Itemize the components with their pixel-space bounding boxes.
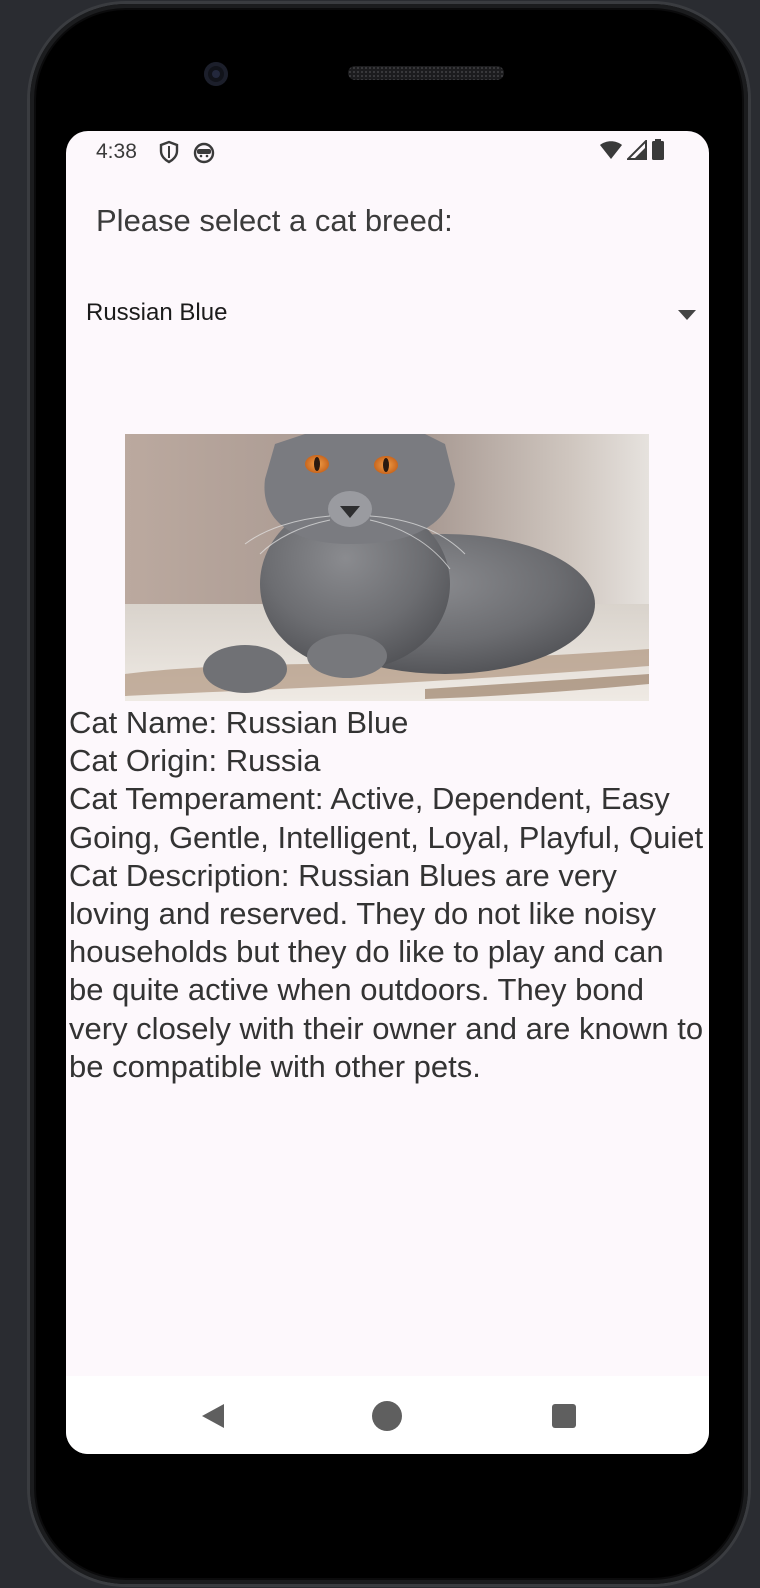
back-icon[interactable] (196, 1400, 228, 1432)
cat-description-line: Cat Description: Russian Blues are very … (69, 857, 704, 1084)
status-right-icons (599, 138, 665, 166)
home-icon[interactable] (371, 1400, 403, 1432)
phone-screen: 4:38 Please select a cat breed: Russian … (66, 131, 709, 1454)
dropdown-arrow-icon[interactable] (678, 307, 696, 320)
breed-prompt: Please select a cat breed: (96, 203, 453, 238)
wifi-icon (599, 140, 623, 165)
shield-icon (158, 140, 180, 164)
cat-info: Cat Name: Russian Blue Cat Origin: Russi… (69, 704, 705, 1086)
earpiece-speaker (348, 66, 504, 80)
android-face-icon (193, 140, 215, 164)
cat-origin-line: Cat Origin: Russia (69, 743, 321, 779)
breed-select-value[interactable]: Russian Blue (86, 299, 227, 327)
status-time: 4:38 (96, 140, 137, 163)
cat-name-line: Cat Name: Russian Blue (69, 705, 409, 740)
battery-icon (651, 138, 665, 166)
front-camera (204, 62, 228, 86)
cat-temperament-line: Cat Temperament: Active, Dependent, Easy… (69, 781, 704, 855)
recents-icon[interactable] (548, 1400, 580, 1432)
status-bar: 4:38 (66, 131, 709, 175)
navigation-bar (66, 1376, 709, 1454)
cell-signal-icon (625, 138, 647, 165)
breed-select[interactable]: Russian Blue (86, 291, 696, 337)
cat-image (125, 434, 649, 701)
